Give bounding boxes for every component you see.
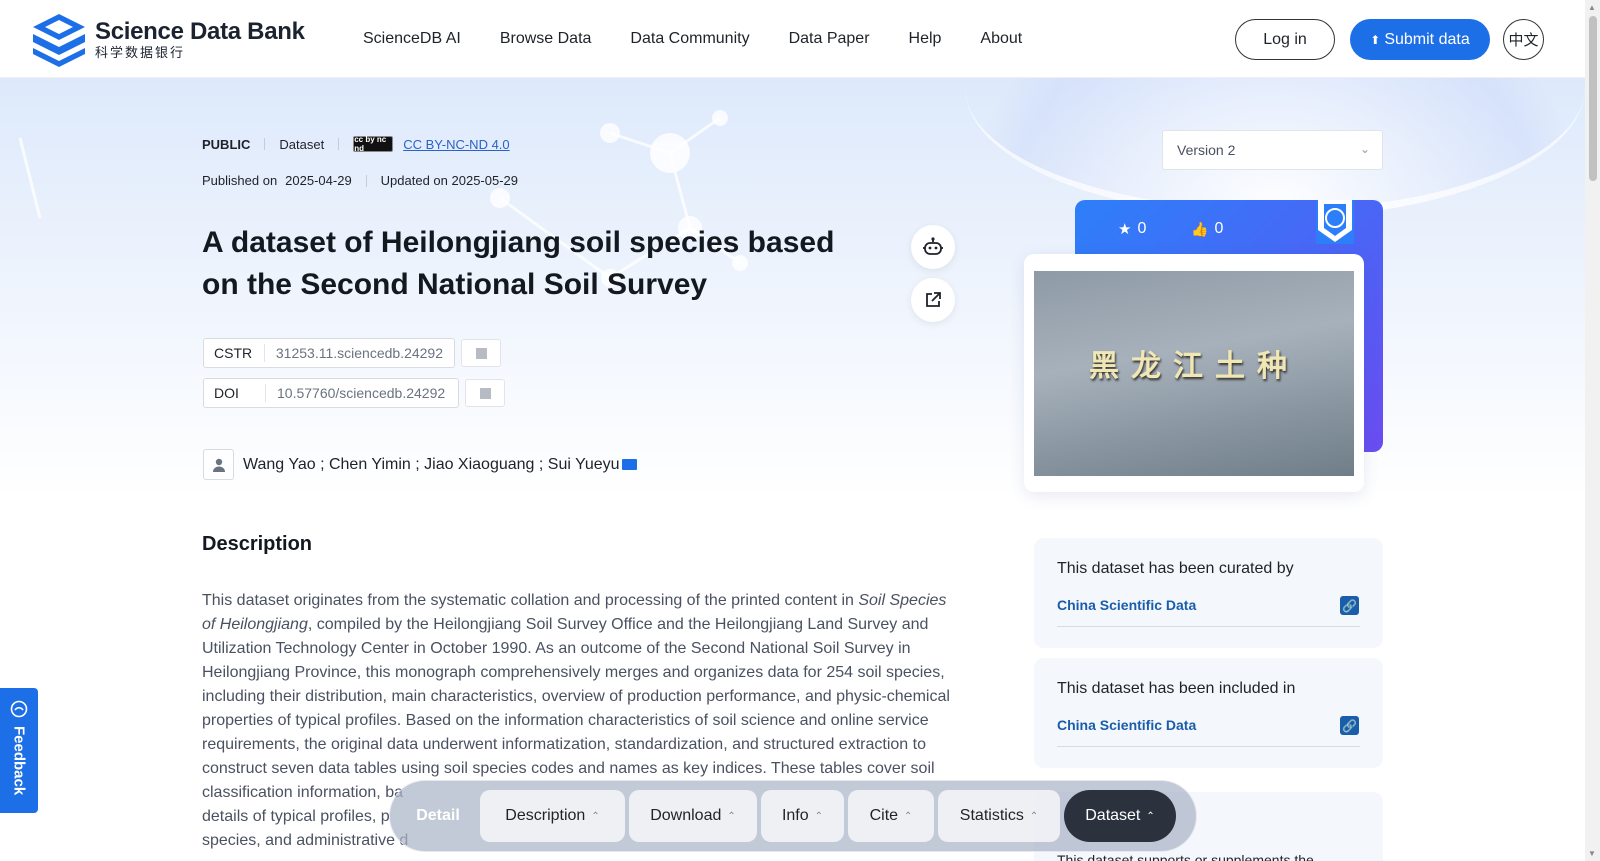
submit-data-button[interactable]: ⬆ Submit data (1350, 19, 1490, 60)
chevron-up-icon: ⌃ (904, 810, 913, 822)
tab-dataset[interactable]: Dataset ⌃ (1064, 790, 1176, 842)
like-count[interactable]: 👍 0 (1191, 220, 1223, 238)
feedback-label: Feedback (10, 726, 28, 796)
doi-value: 10.57760/sciencedb.24292 (277, 385, 446, 401)
type-tag: Dataset (279, 136, 325, 152)
divider (365, 174, 367, 187)
language-switch-button[interactable]: 中文 (1503, 19, 1544, 60)
cc-license-icon: cc by nc nd (353, 135, 394, 153)
tab-cite[interactable]: Cite ⌃ (848, 790, 934, 842)
ai-assistant-button[interactable] (911, 225, 955, 269)
dataset-cover-image[interactable]: 黑龙江土种 (1034, 271, 1354, 476)
site-logo[interactable]: Science Data Bank 科学数据银行 (31, 12, 305, 68)
dataset-cover-card: 黑龙江土种 (1024, 254, 1364, 492)
curated-title: This dataset has been curated by (1057, 560, 1294, 577)
scroll-down-icon[interactable]: ▼ (1588, 849, 1596, 858)
included-in-card: This dataset has been included in China … (1034, 658, 1383, 768)
doi-field: DOI 10.57760/sciencedb.24292 (203, 378, 459, 408)
visibility-tag: PUBLIC (202, 136, 251, 152)
feedback-tab[interactable]: Feedback (0, 688, 38, 813)
chevron-up-icon: ⌃ (727, 810, 736, 822)
cover-caption: 黑龙江土种 (1089, 349, 1299, 384)
curated-badge-icon (1316, 200, 1354, 244)
star-icon: ★ (1118, 221, 1132, 238)
dataset-title: A dataset of Heilongjiang soil species b… (202, 226, 835, 301)
email-icon[interactable] (621, 459, 637, 470)
curated-link[interactable]: China Scientific Data (1057, 597, 1196, 613)
nav-browse-data[interactable]: Browse Data (500, 30, 592, 48)
version-select[interactable]: Version 2 ⌄ (1162, 130, 1383, 170)
tab-download[interactable]: Download ⌃ (629, 790, 757, 842)
robot-icon (923, 237, 943, 255)
nav-about[interactable]: About (980, 30, 1022, 48)
dates-row: Published on 2025-04-29 Updated on 2025-… (202, 173, 518, 188)
dataset-meta-row: PUBLIC Dataset cc by nc nd CC BY-NC-ND 4… (202, 135, 510, 153)
star-count[interactable]: ★ 0 (1118, 220, 1146, 238)
nav-data-paper[interactable]: Data Paper (789, 30, 870, 48)
copy-cstr-button[interactable] (461, 339, 501, 367)
section-tab-bar: Detail Description ⌃ Download ⌃ Info ⌃ Cite… (389, 780, 1197, 852)
main-nav: ScienceDB AI Browse Data Data Community … (363, 30, 1061, 48)
scrollbar-thumb[interactable] (1589, 16, 1597, 181)
thumbs-up-icon: 👍 (1191, 220, 1209, 237)
submit-data-label: Submit data (1384, 30, 1470, 48)
authors-row: Wang Yao ; Chen Yimin ; Jiao Xiaoguang ;… (203, 449, 637, 480)
description-heading: Description (202, 533, 313, 555)
nav-help[interactable]: Help (909, 30, 942, 48)
version-value: Version 2 (1177, 142, 1236, 158)
copy-icon (476, 384, 491, 399)
license-link[interactable]: CC BY-NC-ND 4.0 (403, 137, 509, 152)
chevron-up-icon: ⌃ (591, 810, 600, 822)
page-scrollbar[interactable]: ▲ ▼ (1585, 0, 1600, 861)
curated-by-card: This dataset has been curated by China S… (1034, 538, 1383, 648)
divider (264, 138, 266, 150)
divider (338, 138, 340, 150)
chevron-up-icon: ⌃ (1146, 810, 1155, 822)
nav-data-community[interactable]: Data Community (630, 30, 749, 48)
doi-label: DOI (204, 384, 266, 402)
tab-info[interactable]: Info ⌃ (761, 790, 844, 842)
published-label: Published on (202, 173, 278, 188)
logo-mark-icon (33, 14, 85, 67)
nav-sciencedb-ai[interactable]: ScienceDB AI (363, 30, 461, 48)
divider (1057, 746, 1360, 747)
person-icon (203, 449, 234, 480)
author-list[interactable]: Wang Yao ; Chen Yimin ; Jiao Xiaoguang ;… (243, 456, 620, 474)
included-title: This dataset has been included in (1057, 680, 1296, 697)
divider (1057, 626, 1360, 627)
tab-description[interactable]: Description ⌃ (480, 790, 625, 842)
chevron-down-icon: ⌄ (1359, 142, 1370, 156)
copy-doi-button[interactable] (465, 379, 505, 407)
logo-title: Science Data Bank (95, 18, 305, 45)
included-link[interactable]: China Scientific Data (1057, 717, 1196, 733)
tab-statistics[interactable]: Statistics ⌃ (938, 790, 1060, 842)
upload-icon: ⬆ (1370, 32, 1381, 47)
external-link-icon[interactable]: 🔗 (1340, 716, 1359, 735)
cstr-label: CSTR (204, 344, 265, 362)
login-button[interactable]: Log in (1235, 19, 1335, 60)
share-icon (926, 292, 941, 307)
tab-detail-label: Detail (416, 807, 460, 824)
scroll-up-icon[interactable]: ▲ (1588, 3, 1596, 12)
chevron-up-icon: ⌃ (814, 810, 824, 822)
external-link-icon[interactable]: 🔗 (1340, 596, 1359, 615)
logo-subtitle: 科学数据银行 (95, 45, 186, 60)
supports-title: This dataset supports or supplements the (1057, 852, 1314, 861)
copy-icon (472, 344, 487, 359)
cstr-value: 31253.11.sciencedb.24292 (275, 345, 443, 361)
chevron-up-icon: ⌃ (1029, 810, 1039, 822)
top-header: Science Data Bank 科学数据银行 ScienceDB AI Br… (0, 0, 1585, 78)
published-date: 2025-04-29 (285, 173, 352, 188)
share-button[interactable] (911, 278, 955, 322)
updated-date: Updated on 2025-05-29 (380, 173, 519, 188)
cstr-field: CSTR 31253.11.sciencedb.24292 (203, 338, 455, 368)
feedback-icon (10, 700, 28, 718)
